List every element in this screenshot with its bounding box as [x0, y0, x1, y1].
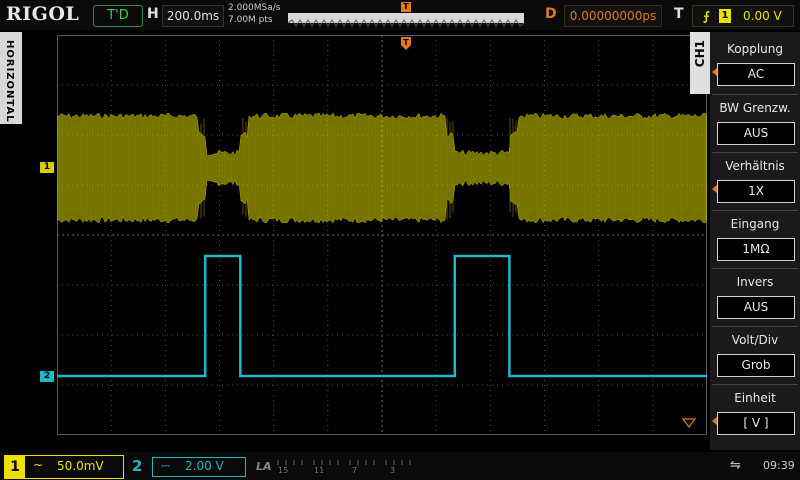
ch1-marker[interactable]: 1: [40, 162, 54, 173]
sample-rate: 2.000MSa/s: [228, 3, 281, 13]
brand-logo: RIGOL: [6, 3, 80, 25]
trigger-source: 1: [719, 9, 731, 23]
menu-item-bw-grenzw[interactable]: BW Grenzw. AUS: [712, 94, 798, 149]
menu-item-title: Einheit: [734, 391, 776, 405]
ch2-scale: 2.00 V: [185, 459, 224, 473]
memory-depth: 7.00M pts: [228, 15, 273, 25]
menu-item-verhaeltnis[interactable]: Verhältnis 1X: [712, 152, 798, 207]
menu-item-value: 1X: [717, 180, 795, 203]
trigger-level: 0.00 V: [743, 9, 782, 23]
la-tick-label: 3: [390, 466, 396, 475]
la-tick-label: 11: [314, 466, 325, 475]
waveform-display[interactable]: T: [57, 35, 707, 435]
memory-waveform-thumbnail: [287, 19, 525, 27]
ch1-softkey-menu: Kopplung AC BW Grenzw. AUS Verhältnis 1X…: [710, 32, 800, 450]
menu-item-value: [ V ]: [717, 412, 795, 435]
ch2-marker[interactable]: 2: [40, 371, 54, 382]
timebase-value[interactable]: 200.0ms: [162, 5, 224, 27]
ch1-scale: 50.0mV: [57, 459, 104, 473]
clock: 09:39: [763, 459, 795, 472]
top-status-bar: RIGOL T'D H 200.0ms 2.000MSa/s 7.00M pts…: [0, 0, 800, 30]
la-tick-label: 15: [278, 466, 289, 475]
delay-value[interactable]: 0.00000000ps: [564, 5, 662, 27]
ch1-number: 1: [5, 456, 25, 478]
la-tick-label: 7: [352, 466, 358, 475]
menu-item-title: Invers: [736, 275, 774, 289]
horizontal-tab[interactable]: HORIZONTAL: [0, 32, 22, 124]
horizontal-label: H: [147, 6, 159, 22]
menu-item-invers[interactable]: Invers AUS: [712, 268, 798, 323]
ch1-coupling-icon: ~: [33, 458, 44, 472]
menu-item-eingang[interactable]: Eingang 1MΩ: [712, 210, 798, 265]
ch1-menu-tab[interactable]: CH1: [690, 32, 710, 94]
rising-edge-icon: ⨍: [703, 9, 710, 23]
menu-item-title: Verhältnis: [725, 159, 785, 173]
menu-item-title: Volt/Div: [731, 333, 779, 347]
menu-item-title: BW Grenzw.: [719, 101, 791, 115]
menu-item-title: Kopplung: [726, 42, 783, 56]
ch2-status[interactable]: ⎓ 2.00 V: [152, 457, 246, 477]
menu-item-value: Grob: [717, 354, 795, 377]
menu-item-volt-div[interactable]: Volt/Div Grob: [712, 326, 798, 381]
menu-item-value: 1MΩ: [717, 238, 795, 261]
menu-item-title: Eingang: [730, 217, 780, 231]
ch2-coupling-icon: ⎓: [161, 459, 170, 472]
ch1-status[interactable]: 1 ~ 50.0mV: [4, 455, 124, 479]
la-channel-strip: 15 11 7 3: [276, 458, 416, 476]
ch2-number[interactable]: 2: [132, 457, 142, 475]
delay-label: D: [545, 6, 557, 22]
acquisition-info: 2.000MSa/s 7.00M pts: [228, 2, 280, 26]
menu-item-kopplung[interactable]: Kopplung AC: [712, 36, 798, 90]
trigger-settings[interactable]: ⨍ 1 0.00 V: [692, 5, 794, 27]
memory-trigger-marker-icon: T: [401, 2, 411, 12]
memory-position-bar[interactable]: [287, 13, 525, 27]
menu-item-einheit[interactable]: Einheit [ V ]: [712, 384, 798, 439]
menu-item-value: AUS: [717, 296, 795, 319]
menu-item-value: AC: [717, 63, 795, 86]
menu-item-value: AUS: [717, 122, 795, 145]
run-status[interactable]: T'D: [93, 5, 143, 27]
ch1-waveform: [57, 112, 707, 224]
horizontal-tab-label: HORIZONTAL: [4, 40, 15, 123]
la-label[interactable]: LA: [256, 460, 272, 473]
bottom-status-bar: 1 ~ 50.0mV 2 ⎓ 2.00 V LA 15 11 7 3 ⇋ 09:…: [0, 452, 800, 480]
trigger-label: T: [674, 6, 684, 22]
usb-icon: ⇋: [730, 458, 741, 473]
ch1-menu-tab-label: CH1: [693, 40, 707, 68]
svg-text:T: T: [403, 38, 409, 47]
